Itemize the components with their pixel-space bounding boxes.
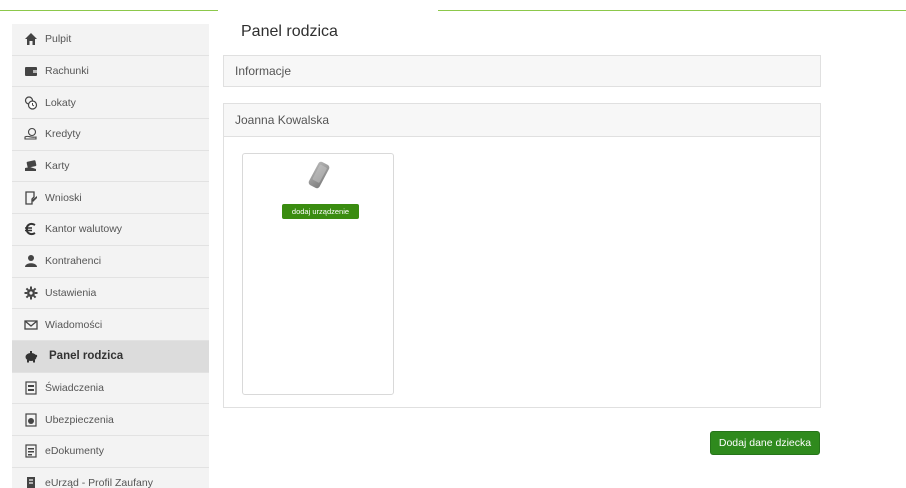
sidebar-item-edokumenty[interactable]: eDokumenty	[12, 436, 209, 468]
sidebar-item-panel-rodzica[interactable]: Panel rodzica	[12, 340, 209, 373]
device-card: dodaj urządzenie	[242, 153, 394, 395]
add-device-button[interactable]: dodaj urządzenie	[282, 204, 359, 219]
sidebar-item-label: Ustawienia	[45, 286, 97, 299]
edocument-icon	[24, 444, 38, 458]
sidebar-item-label: Kontrahenci	[45, 255, 102, 268]
sidebar-item-eurzad[interactable]: eUrząd - Profil Zaufany	[12, 468, 209, 488]
top-line-gap	[218, 9, 438, 12]
sidebar-item-label: Ubezpieczenia	[45, 413, 114, 426]
sidebar-item-label: eUrząd - Profil Zaufany	[45, 476, 153, 488]
sidebar-item-label: Lokaty	[45, 96, 76, 109]
sidebar-item-kontrahenci[interactable]: Kontrahenci	[12, 246, 209, 278]
sidebar-item-karty[interactable]: Karty	[12, 151, 209, 183]
envelope-icon	[24, 318, 38, 332]
sidebar-item-label: eDokumenty	[45, 445, 104, 458]
sidebar-item-wnioski[interactable]: Wnioski	[12, 182, 209, 215]
page-title: Panel rodzica	[241, 23, 338, 40]
wallet-icon	[24, 64, 38, 78]
sidebar-item-kantor-walutowy[interactable]: Kantor walutowy	[12, 214, 209, 246]
sidebar-nav: Pulpit Rachunki Lokaty Kredyty Karty Wni…	[12, 24, 209, 488]
sidebar-item-swiadczenia[interactable]: Świadczenia	[12, 373, 209, 405]
sidebar-item-label: Rachunki	[45, 65, 89, 78]
sidebar-item-wiadomosci[interactable]: Wiadomości	[12, 309, 209, 341]
info-panel-heading[interactable]: Informacje	[224, 56, 820, 86]
sidebar-item-rachunki[interactable]: Rachunki	[12, 56, 209, 88]
add-child-data-button[interactable]: Dodaj dane dziecka	[710, 431, 820, 455]
child-name-heading: Joanna Kowalska	[224, 104, 820, 137]
phone-device-icon	[306, 160, 332, 190]
sidebar-item-label: Wnioski	[45, 191, 82, 204]
home-icon	[24, 32, 38, 46]
sidebar-item-lokaty[interactable]: Lokaty	[12, 87, 209, 120]
top-accent-line	[0, 10, 906, 11]
card-hand-icon	[24, 159, 38, 173]
sidebar-item-label: Karty	[45, 160, 70, 173]
contractor-person-icon	[24, 254, 38, 268]
deposit-clock-icon	[24, 96, 38, 110]
sidebar-item-label: Wiadomości	[45, 318, 103, 331]
sidebar-item-label: Świadczenia	[45, 381, 104, 394]
sidebar-item-label: Kredyty	[45, 128, 81, 141]
info-panel: Informacje	[223, 55, 821, 87]
eurzad-icon	[24, 476, 38, 488]
sidebar-item-ubezpieczenia[interactable]: Ubezpieczenia	[12, 404, 209, 436]
sidebar-item-label: Kantor walutowy	[45, 223, 123, 236]
document-stack-icon	[24, 381, 38, 395]
sidebar-item-ustawienia[interactable]: Ustawienia	[12, 278, 209, 310]
child-panel: Joanna Kowalska dodaj urządzenie	[223, 103, 821, 408]
loan-hand-icon	[24, 127, 38, 141]
application-form-icon	[24, 191, 38, 205]
piggy-bank-icon	[24, 349, 38, 363]
gear-icon	[24, 286, 38, 300]
sidebar-item-label: Panel rodzica	[49, 350, 124, 363]
sidebar-item-kredyty[interactable]: Kredyty	[12, 119, 209, 151]
sidebar-item-pulpit[interactable]: Pulpit	[12, 24, 209, 56]
sidebar-item-label: Pulpit	[45, 33, 72, 46]
insurance-document-icon	[24, 412, 38, 427]
euro-icon	[24, 222, 38, 236]
